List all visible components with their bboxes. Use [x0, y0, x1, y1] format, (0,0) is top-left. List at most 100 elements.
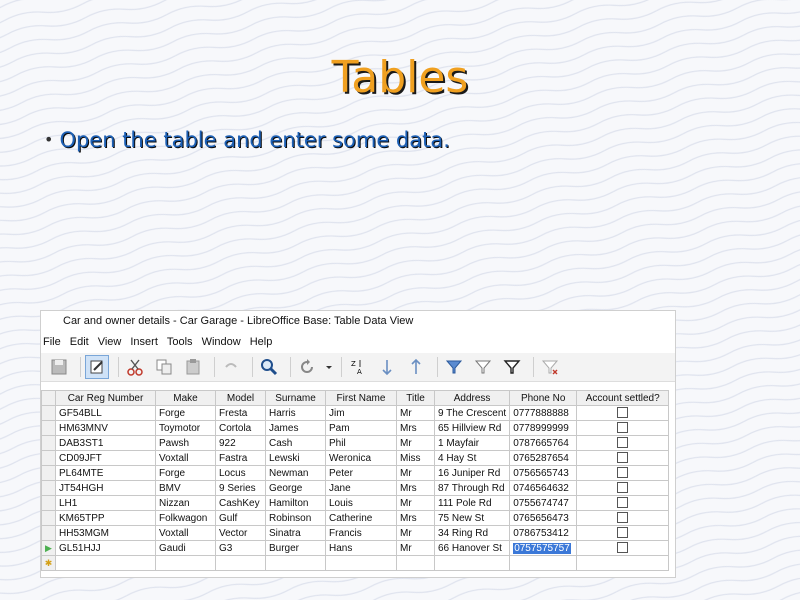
table-cell[interactable]: 111 Pole Rd [433, 495, 511, 511]
account-settled-checkbox[interactable] [617, 482, 629, 494]
menu-help[interactable]: Help [250, 331, 273, 353]
table-cell[interactable]: Hamilton [265, 495, 326, 511]
table-cell[interactable]: Lewski [265, 450, 326, 466]
table-cell[interactable]: 34 Ring Rd [433, 525, 511, 541]
menu-file[interactable]: File [43, 331, 61, 353]
column-header[interactable]: Car Reg Number [55, 390, 156, 406]
table-cell[interactable]: Phil [325, 435, 397, 451]
table-cell[interactable]: BMV [155, 480, 216, 496]
account-settled-checkbox[interactable] [617, 527, 629, 539]
column-header[interactable]: Phone No [509, 390, 578, 406]
table-cell[interactable]: CD09JFT [55, 450, 156, 466]
table-cell[interactable]: Harris [265, 405, 326, 421]
standard-filter-icon[interactable] [471, 355, 495, 379]
table-cell[interactable]: Mr [396, 540, 435, 556]
autofilter-icon[interactable] [442, 355, 466, 379]
table-row[interactable]: KM65TPP Folkwagon Gulf Robinson Catherine Mrs… [41, 510, 670, 526]
find-icon[interactable] [257, 355, 281, 379]
table-cell[interactable]: Weronica [325, 450, 397, 466]
table-cell[interactable]: 0765656473 [509, 510, 578, 526]
sort-icon[interactable]: ZA [346, 355, 370, 379]
table-row[interactable]: LH1 Nizzan CashKey Hamilton Louis Mr 111 Pole … [41, 495, 670, 511]
table-cell[interactable]: Francis [325, 525, 397, 541]
table-cell[interactable] [576, 435, 670, 451]
sort-descending-icon[interactable] [404, 355, 428, 379]
table-cell[interactable]: Voxtall [155, 525, 216, 541]
table-cell[interactable]: Hans [325, 540, 397, 556]
table-cell[interactable]: Sinatra [265, 525, 326, 541]
table-cell[interactable]: Mr [396, 435, 435, 451]
table-row[interactable]: GF54BLL Forge Fresta Harris Jim Mr 9 The Cresc… [41, 405, 670, 421]
table-cell[interactable] [576, 555, 670, 571]
table-cell[interactable]: 0777888888 [509, 405, 578, 421]
table-cell[interactable]: George [265, 480, 326, 496]
row-header[interactable] [41, 495, 56, 511]
table-cell[interactable] [576, 405, 670, 421]
table-row[interactable]: DAB3ST1 Pawsh 922 Cash Phil Mr 1 Mayfair 078766… [41, 435, 670, 451]
table-cell[interactable]: 0787665764 [509, 435, 578, 451]
table-cell[interactable]: Forge [155, 405, 216, 421]
table-cell[interactable]: 0765287654 [509, 450, 578, 466]
table-cell[interactable]: 9 Series [215, 480, 266, 496]
apply-filter-icon[interactable] [500, 355, 524, 379]
table-cell[interactable] [576, 420, 670, 436]
table-cell[interactable]: Mr [396, 405, 435, 421]
table-cell[interactable]: KM65TPP [55, 510, 156, 526]
paste-icon[interactable] [181, 355, 205, 379]
account-settled-checkbox[interactable] [617, 422, 629, 434]
table-cell[interactable]: Cortola [215, 420, 266, 436]
row-header[interactable]: ✱ [41, 555, 56, 571]
table-cell[interactable]: JT54HGH [55, 480, 156, 496]
cut-icon[interactable] [123, 355, 147, 379]
column-header[interactable]: Title [396, 390, 435, 406]
table-cell[interactable]: 922 [215, 435, 266, 451]
table-cell[interactable]: HH53MGM [55, 525, 156, 541]
table-cell[interactable]: Mr [396, 525, 435, 541]
column-header[interactable]: Model [215, 390, 266, 406]
edit-icon[interactable] [85, 355, 109, 379]
save-icon[interactable] [47, 355, 71, 379]
menu-window[interactable]: Window [202, 331, 241, 353]
table-cell[interactable]: Mr [396, 465, 435, 481]
table-cell[interactable]: Newman [265, 465, 326, 481]
table-cell[interactable]: 75 New St [433, 510, 511, 526]
table-cell[interactable] [509, 555, 578, 571]
table-cell[interactable]: CashKey [215, 495, 266, 511]
account-settled-checkbox[interactable] [617, 407, 629, 419]
column-header[interactable]: Account settled? [576, 390, 670, 406]
table-cell[interactable] [265, 555, 326, 571]
table-cell[interactable]: Mrs [396, 420, 435, 436]
table-cell[interactable]: Folkwagon [155, 510, 216, 526]
account-settled-checkbox[interactable] [617, 542, 629, 554]
table-cell[interactable]: 65 Hillview Rd [433, 420, 511, 436]
table-cell[interactable]: 87 Through Rd [433, 480, 511, 496]
table-cell[interactable] [433, 555, 511, 571]
column-header[interactable]: Make [155, 390, 216, 406]
column-header[interactable]: Address [433, 390, 511, 406]
copy-icon[interactable] [152, 355, 176, 379]
row-header[interactable] [41, 480, 56, 496]
table-cell[interactable]: Mrs [396, 480, 435, 496]
table-cell[interactable]: HM63MNV [55, 420, 156, 436]
table-cell[interactable]: Louis [325, 495, 397, 511]
account-settled-checkbox[interactable] [617, 512, 629, 524]
table-row[interactable]: CD09JFT Voxtall Fastra Lewski Weronica Miss 4 … [41, 450, 670, 466]
table-cell[interactable]: 0757575757 [509, 540, 578, 556]
table-row[interactable]: PL64MTE Forge Locus Newman Peter Mr 16 Juniper… [41, 465, 670, 481]
table-cell[interactable] [576, 525, 670, 541]
table-cell[interactable]: 0756565743 [509, 465, 578, 481]
table-cell[interactable] [155, 555, 216, 571]
row-header[interactable]: ▶ [41, 540, 56, 556]
table-cell[interactable]: Toymotor [155, 420, 216, 436]
table-cell[interactable] [576, 540, 670, 556]
account-settled-checkbox[interactable] [617, 497, 629, 509]
menu-tools[interactable]: Tools [167, 331, 193, 353]
column-header[interactable]: First Name [325, 390, 397, 406]
row-header[interactable] [41, 465, 56, 481]
chevron-down-icon[interactable] [324, 355, 334, 379]
table-cell[interactable]: Voxtall [155, 450, 216, 466]
table-cell[interactable] [325, 555, 397, 571]
table-cell[interactable]: Mr [396, 495, 435, 511]
row-header[interactable] [41, 525, 56, 541]
column-header[interactable]: Surname [265, 390, 326, 406]
